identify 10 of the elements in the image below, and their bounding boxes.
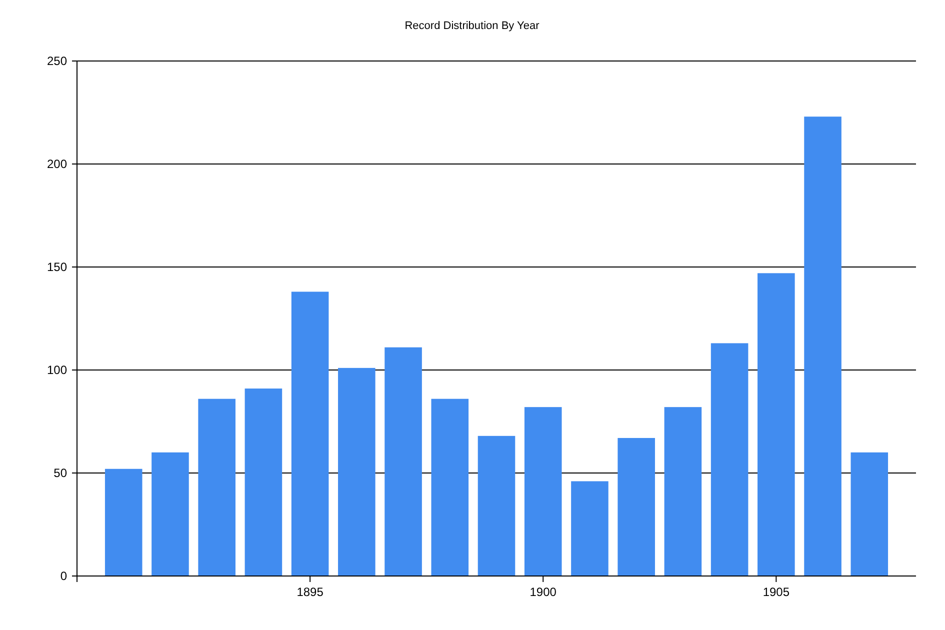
axis-label: 50	[54, 466, 67, 480]
axis-label: 1895	[296, 585, 324, 599]
axis-label: 100	[46, 363, 67, 377]
axis-label: 200	[46, 157, 67, 171]
axis-label: 250	[46, 54, 67, 68]
chart-title: Record Distribution By Year	[404, 20, 540, 32]
axis-label: 0	[60, 569, 67, 583]
axis-label: 150	[46, 260, 67, 274]
axis-label: 1900	[530, 585, 556, 599]
axis-label: 1905	[762, 585, 790, 599]
